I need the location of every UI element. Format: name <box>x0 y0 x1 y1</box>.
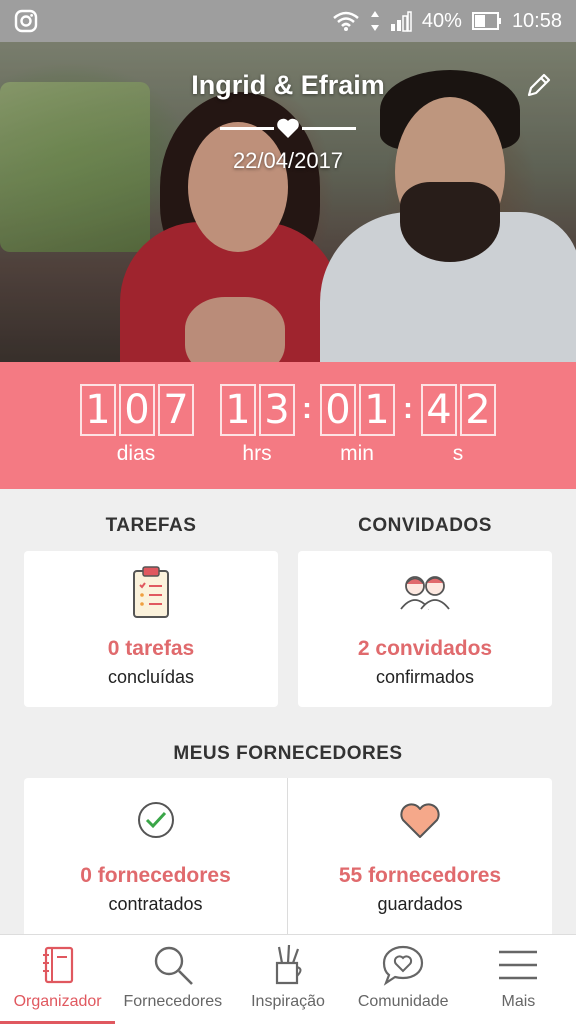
couple-names: Ingrid & Efraim <box>191 70 385 100</box>
hero-divider <box>220 118 356 138</box>
check-circle-icon <box>136 800 176 845</box>
seconds-label: s <box>452 442 464 465</box>
tab-label: Fornecedores <box>123 993 223 1010</box>
digit: 1 <box>220 384 256 436</box>
chat-heart-icon <box>381 943 425 987</box>
tab-label: Inspiração <box>251 993 325 1010</box>
wedding-date: 22/04/2017 <box>232 148 344 173</box>
countdown-days: 1 0 7 <box>80 384 194 436</box>
tab-fornecedores[interactable]: Fornecedores <box>115 935 230 1024</box>
digit: 4 <box>421 384 457 436</box>
digit: 0 <box>320 384 356 436</box>
pencil-cup-icon <box>271 943 305 987</box>
tasks-title: TAREFAS <box>105 515 197 536</box>
countdown-minutes: 0 1 <box>320 384 395 436</box>
guests-status: confirmados <box>375 667 475 687</box>
guests-icon <box>398 571 452 616</box>
digit: 2 <box>460 384 496 436</box>
couple-photo-header: Ingrid & Efraim 22/04/2017 <box>0 42 576 362</box>
digit: 7 <box>158 384 194 436</box>
status-bar: 40% 10:58 <box>0 0 576 42</box>
colon: : <box>302 392 312 425</box>
vendors-title: MEUS FORNECEDORES <box>173 743 403 764</box>
vendors-saved-count: 55 fornecedores <box>338 864 502 887</box>
vendors-saved-status: guardados <box>377 894 463 914</box>
clipboard-icon <box>131 565 171 624</box>
tab-label: Organizador <box>13 993 102 1010</box>
digit: 1 <box>359 384 395 436</box>
vendors-hired-count: 0 fornecedores <box>80 864 231 887</box>
vendors-hired-status: contratados <box>108 894 203 914</box>
menu-icon <box>497 943 539 987</box>
days-label: dias <box>116 442 156 465</box>
data-arrows-icon <box>370 10 380 32</box>
tab-comunidade[interactable]: Comunidade <box>346 935 461 1024</box>
tasks-card[interactable]: 0 tarefas concluídas <box>24 551 278 707</box>
vendors-hired-card[interactable]: 0 fornecedores contratados <box>24 778 287 934</box>
edit-button[interactable] <box>524 70 554 100</box>
tasks-count: 0 tarefas <box>107 637 195 660</box>
tab-inspiracao[interactable]: Inspiração <box>230 935 345 1024</box>
guests-title: CONVIDADOS <box>358 515 492 536</box>
bottom-tab-bar: Organizador Fornecedores Inspiração Comu… <box>0 934 576 1024</box>
signal-icon <box>390 10 412 32</box>
colon: : <box>403 392 413 425</box>
tab-mais[interactable]: Mais <box>461 935 576 1024</box>
heart-icon <box>274 116 302 140</box>
search-icon <box>151 943 195 987</box>
wifi-icon <box>332 10 360 32</box>
battery-percent: 40% <box>421 9 462 32</box>
countdown-seconds: 4 2 <box>421 384 496 436</box>
minutes-label: min <box>340 442 374 465</box>
heart-icon <box>399 802 441 845</box>
guests-card[interactable]: 2 convidados confirmados <box>298 551 552 707</box>
tab-label: Comunidade <box>357 993 449 1010</box>
hours-label: hrs <box>242 442 272 465</box>
vendors-saved-card[interactable]: 55 fornecedores guardados <box>288 778 552 934</box>
digit: 1 <box>80 384 116 436</box>
notebook-icon <box>41 943 75 987</box>
tab-organizador[interactable]: Organizador <box>0 935 116 1024</box>
digit: 0 <box>119 384 155 436</box>
clock: 10:58 <box>511 9 562 32</box>
digit: 3 <box>259 384 295 436</box>
guests-count: 2 convidados <box>357 637 493 660</box>
pencil-icon <box>524 73 554 104</box>
battery-icon <box>471 11 502 31</box>
countdown-timer: 1 0 7 1 3 : 0 1 : 4 2 dias hrs min s <box>0 362 576 489</box>
instagram-icon <box>14 9 38 33</box>
countdown-hours: 1 3 <box>220 384 295 436</box>
tab-label: Mais <box>501 993 536 1010</box>
tasks-status: concluídas <box>107 667 195 687</box>
